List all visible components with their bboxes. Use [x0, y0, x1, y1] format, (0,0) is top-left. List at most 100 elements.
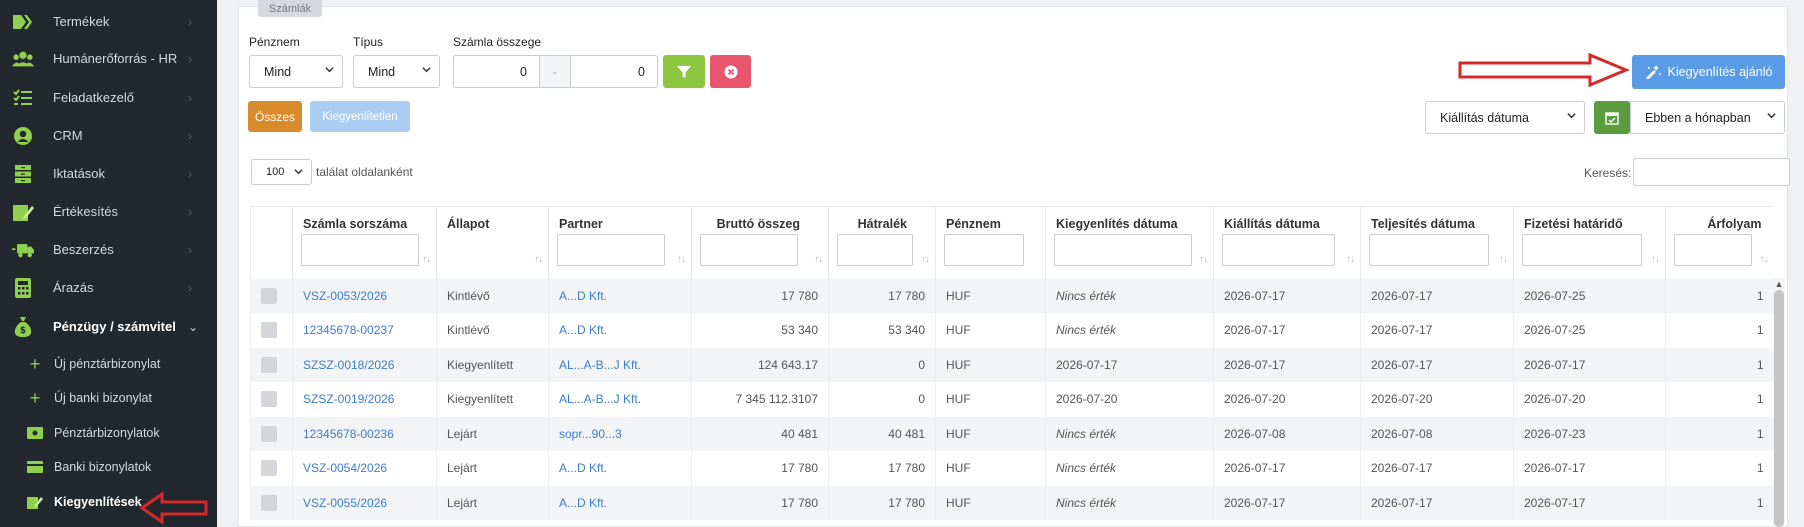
row-checkbox[interactable] [250, 278, 293, 313]
table-row[interactable]: SZSZ-0018/2026 Kiegyenlített AL...A-B...… [250, 347, 1773, 382]
sidebar-item-feladatkezelo[interactable]: Feladatkezelő › [0, 79, 217, 116]
column-filter-input[interactable] [1674, 234, 1752, 266]
table-row[interactable]: 12345678-00236 Lejárt sopr...90...3 40 4… [250, 416, 1773, 451]
column-filter-input[interactable] [1522, 234, 1642, 266]
subitem-uj-banki-bizonylat[interactable]: + Új banki bizonylat [0, 381, 217, 415]
sidebar-item-crm[interactable]: CRM › [0, 117, 217, 154]
column-filter-input[interactable] [837, 234, 913, 266]
checkbox[interactable] [261, 460, 277, 477]
column-filter-input[interactable] [557, 234, 665, 266]
scrollbar-thumb[interactable] [1774, 290, 1784, 527]
checkbox[interactable] [261, 356, 277, 373]
col-header[interactable]: Hátralék ↑↓ [828, 206, 936, 279]
partner-link[interactable]: A...D Kft. [548, 313, 692, 348]
column-filter-input[interactable] [700, 234, 798, 266]
scroll-up-icon[interactable]: ▲ [1774, 280, 1784, 289]
sidebar-item-label: CRM [53, 128, 83, 143]
search-input[interactable] [1633, 158, 1790, 186]
column-filter-input[interactable] [1369, 234, 1489, 266]
tab-szamlak[interactable]: Számlák [258, 0, 322, 17]
column-filter-input[interactable] [1054, 234, 1192, 266]
sidebar-item-ertekesites[interactable]: Értékesítés › [0, 193, 217, 230]
sort-icon[interactable]: ↑↓ [1346, 254, 1355, 265]
checkbox[interactable] [261, 425, 277, 442]
sidebar-item-iktatasok[interactable]: Iktatások › [0, 155, 217, 192]
sidebar-item-hr[interactable]: Humánerőforrás - HR › [0, 40, 217, 77]
sort-icon[interactable]: ↑↓ [1760, 254, 1769, 265]
gross-amount-cell: 17 780 [691, 485, 829, 520]
filter-all-button[interactable]: Összes [248, 101, 302, 132]
sidebar-item-arazas[interactable]: Árazás › [0, 269, 217, 306]
subitem-banki-bizonylatok[interactable]: Banki bizonylatok [0, 450, 217, 484]
sidebar-item-termekek[interactable]: Termékek › [0, 3, 217, 40]
sort-icon[interactable]: ↑↓ [422, 254, 431, 265]
partner-link[interactable]: A...D Kft. [548, 278, 692, 313]
sort-icon[interactable]: ↑↓ [1199, 254, 1208, 265]
clear-filter-button[interactable] [710, 55, 751, 88]
checkbox[interactable] [261, 287, 277, 304]
invoice-number-link[interactable]: VSZ-0054/2026 [292, 451, 437, 486]
col-header[interactable]: Fizetési határidő ↑↓ [1513, 206, 1666, 279]
column-filter-input[interactable] [1222, 234, 1335, 266]
column-filter-input[interactable] [301, 234, 419, 266]
partner-link[interactable]: AL...A-B...J Kft. [548, 347, 692, 382]
invoice-number-link[interactable]: 12345678-00237 [292, 313, 437, 348]
checkbox[interactable] [261, 494, 277, 511]
sidebar-item-penzugy[interactable]: $ Pénzügy / számvitel ⌄ [0, 308, 217, 345]
sort-icon[interactable]: ↑↓ [921, 254, 930, 265]
sort-icon[interactable]: ↑↓ [814, 254, 823, 265]
sort-icon[interactable]: ↑↓ [677, 254, 686, 265]
table-row[interactable]: SZSZ-0019/2026 Kiegyenlített AL...A-B...… [250, 382, 1773, 417]
row-checkbox[interactable] [250, 451, 293, 486]
col-header[interactable]: Számla sorszáma ↑↓ [292, 206, 437, 279]
partner-link[interactable]: A...D Kft. [548, 485, 692, 520]
page-size-select[interactable]: 100 [251, 159, 312, 185]
issue-date-cell: 2026-07-08 [1213, 416, 1361, 451]
sort-icon[interactable]: ↑↓ [1499, 254, 1508, 265]
sidebar-item-beszerzes[interactable]: Beszerzés › [0, 231, 217, 268]
filter-unsettled-button[interactable]: Kiegyenlítetlen [310, 101, 410, 132]
subitem-uj-penztarbizonylat[interactable]: + Új pénztárbizonylat [0, 347, 217, 381]
invoice-number-link[interactable]: SZSZ-0018/2026 [292, 347, 437, 382]
partner-link[interactable]: A...D Kft. [548, 451, 692, 486]
col-header[interactable]: Árfolyam ↑↓ [1665, 206, 1773, 279]
period-select[interactable]: Ebben a hónapban [1630, 101, 1785, 134]
currency-select[interactable]: Mind [249, 55, 343, 88]
due-date-cell: 2026-07-17 [1513, 347, 1666, 382]
partner-link[interactable]: sopr...90...3 [548, 416, 692, 451]
col-header[interactable]: Pénznem [935, 206, 1046, 279]
row-checkbox[interactable] [250, 382, 293, 417]
col-header[interactable]: Kiegyenlítés dátuma ↑↓ [1045, 206, 1214, 279]
checkbox[interactable] [261, 322, 277, 339]
row-checkbox[interactable] [250, 416, 293, 451]
row-checkbox[interactable] [250, 485, 293, 520]
col-header[interactable]: Kiállítás dátuma ↑↓ [1213, 206, 1361, 279]
col-header[interactable]: Bruttó összeg ↑↓ [691, 206, 829, 279]
invoice-number-link[interactable]: VSZ-0055/2026 [292, 485, 437, 520]
invoice-number-link[interactable]: VSZ-0053/2026 [292, 278, 437, 313]
partner-link[interactable]: AL...A-B...J Kft. [548, 382, 692, 417]
amount-from-input[interactable] [453, 55, 540, 88]
invoice-number-link[interactable]: 12345678-00236 [292, 416, 437, 451]
sort-icon[interactable]: ↑↓ [1651, 254, 1660, 265]
type-select[interactable]: Mind [353, 55, 440, 88]
checkbox[interactable] [261, 391, 277, 408]
column-filter-input[interactable] [944, 234, 1024, 266]
filter-button[interactable] [663, 55, 705, 88]
table-row[interactable]: VSZ-0053/2026 Kintlévő A...D Kft. 17 780… [250, 278, 1773, 313]
kiegyenlites-ajanlo-button[interactable]: Kiegyenlítés ajánló [1632, 55, 1785, 89]
table-row[interactable]: VSZ-0054/2026 Lejárt A...D Kft. 17 780 1… [250, 451, 1773, 486]
col-header[interactable]: Teljesítés dátuma ↑↓ [1360, 206, 1514, 279]
subitem-penztarbizonylatok[interactable]: Pénztárbizonylatok [0, 416, 217, 450]
date-field-select[interactable]: Kiállítás dátuma [1425, 101, 1585, 134]
table-row[interactable]: 12345678-00237 Kintlévő A...D Kft. 53 34… [250, 313, 1773, 348]
amount-to-input[interactable] [570, 55, 658, 88]
row-checkbox[interactable] [250, 313, 293, 348]
col-header[interactable]: Állapot ↑↓ [436, 206, 549, 279]
invoice-number-link[interactable]: SZSZ-0019/2026 [292, 382, 437, 417]
sort-icon[interactable]: ↑↓ [534, 254, 543, 265]
row-checkbox[interactable] [250, 347, 293, 382]
calendar-button[interactable] [1594, 101, 1630, 134]
col-header[interactable]: Partner ↑↓ [548, 206, 692, 279]
table-row[interactable]: VSZ-0055/2026 Lejárt A...D Kft. 17 780 1… [250, 485, 1773, 520]
